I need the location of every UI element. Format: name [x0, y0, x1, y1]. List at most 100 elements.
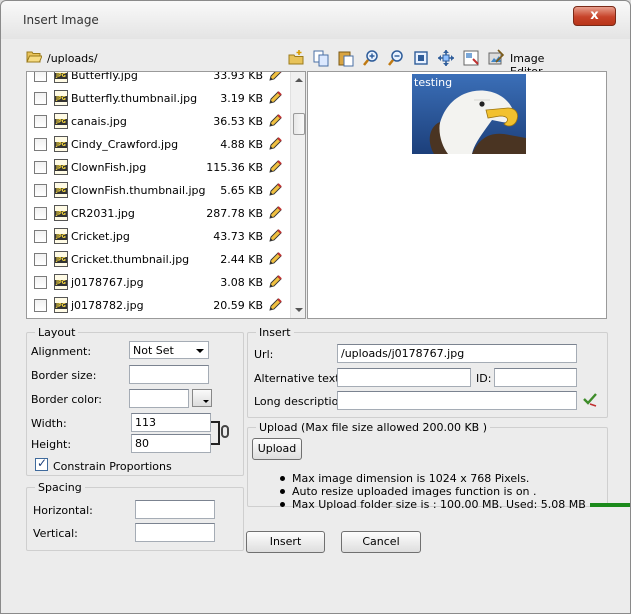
- long-description-input[interactable]: [337, 391, 577, 410]
- file-name[interactable]: ClownFish.thumbnail.jpg: [71, 184, 206, 197]
- chain-link-icon[interactable]: [221, 425, 229, 438]
- file-row[interactable]: JPG Cricket.thumbnail.jpg 2.44 KB: [27, 248, 289, 271]
- pencil-icon[interactable]: [267, 136, 283, 152]
- pencil-icon[interactable]: [267, 205, 283, 221]
- cancel-button[interactable]: Cancel: [341, 531, 421, 553]
- constrain-proportions-label: Constrain Proportions: [53, 460, 172, 473]
- file-checkbox[interactable]: [34, 299, 47, 312]
- file-name[interactable]: Cricket.jpg: [71, 230, 130, 243]
- paste-icon[interactable]: [337, 49, 355, 67]
- file-name[interactable]: j0178767.jpg: [71, 276, 144, 289]
- file-name[interactable]: CR2031.jpg: [71, 207, 135, 220]
- toolbar: /uploads/ Image: [26, 46, 580, 78]
- width-input[interactable]: 113: [131, 413, 211, 432]
- upload-button[interactable]: Upload: [252, 438, 302, 460]
- file-row[interactable]: JPG j0178782.jpg 20.59 KB: [27, 294, 289, 317]
- height-input[interactable]: 80: [131, 434, 211, 453]
- horizontal-label: Horizontal:: [33, 504, 93, 517]
- file-row[interactable]: JPG ClownFish.thumbnail.jpg 5.65 KB: [27, 179, 289, 202]
- file-checkbox[interactable]: [34, 72, 47, 82]
- file-checkbox[interactable]: [34, 115, 47, 128]
- file-name[interactable]: canais.jpg: [71, 115, 127, 128]
- scroll-up-icon[interactable]: [295, 78, 303, 82]
- pencil-icon[interactable]: [267, 251, 283, 267]
- file-size: 3.08 KB: [220, 276, 263, 289]
- insert-button[interactable]: Insert: [246, 531, 325, 553]
- file-size: 43.73 KB: [213, 230, 263, 243]
- jpg-file-icon: JPG: [54, 274, 68, 290]
- file-checkbox[interactable]: [34, 253, 47, 266]
- vertical-spacing-input[interactable]: [135, 523, 215, 542]
- insert-image-dialog: Insert Image x /uploads/ Image JPG Butte…: [0, 0, 631, 614]
- file-name[interactable]: j0178782.jpg: [71, 299, 144, 312]
- file-name[interactable]: ClownFish.jpg: [71, 161, 146, 174]
- new-folder-icon[interactable]: [287, 49, 305, 67]
- file-checkbox[interactable]: [34, 276, 47, 289]
- pencil-icon[interactable]: [267, 159, 283, 175]
- scroll-down-icon[interactable]: [295, 308, 303, 312]
- file-checkbox[interactable]: [34, 138, 47, 151]
- file-checkbox[interactable]: [34, 184, 47, 197]
- scroll-thumb[interactable]: [293, 113, 305, 135]
- file-size: 5.65 KB: [220, 184, 263, 197]
- url-input[interactable]: /uploads/j0178767.jpg: [337, 344, 577, 363]
- actual-size-icon[interactable]: [412, 49, 430, 67]
- alt-text-input[interactable]: [337, 368, 471, 387]
- file-name[interactable]: Cindy_Crawford.jpg: [71, 138, 178, 151]
- file-checkbox[interactable]: [34, 230, 47, 243]
- pencil-icon[interactable]: [267, 182, 283, 198]
- edit-check-icon[interactable]: [581, 390, 599, 408]
- best-fit-icon[interactable]: [437, 49, 455, 67]
- zoom-in-icon[interactable]: [362, 49, 380, 67]
- file-checkbox[interactable]: [34, 161, 47, 174]
- file-checkbox[interactable]: [34, 207, 47, 220]
- color-picker-button[interactable]: [192, 389, 212, 407]
- close-button[interactable]: x: [573, 6, 616, 26]
- horizontal-spacing-input[interactable]: [135, 500, 215, 519]
- file-row[interactable]: JPG Cricket.jpg 43.73 KB: [27, 225, 289, 248]
- alignment-value: Not Set: [133, 344, 174, 357]
- properties-icon[interactable]: [462, 49, 480, 67]
- upload-note: Auto resize uploaded images function is …: [278, 485, 630, 498]
- file-row[interactable]: JPG canais.jpg 36.53 KB: [27, 110, 289, 133]
- pencil-icon[interactable]: [267, 297, 283, 313]
- file-name[interactable]: Cricket.thumbnail.jpg: [71, 253, 189, 266]
- constrain-proportions-checkbox[interactable]: [35, 456, 48, 471]
- file-row[interactable]: JPG ClownFish.jpg 115.36 KB: [27, 156, 289, 179]
- file-checkbox[interactable]: [34, 92, 47, 105]
- file-row[interactable]: JPG Butterfly.jpg 33.93 KB: [27, 71, 289, 87]
- upload-note-text: Max Upload folder size is : 100.00 MB. U…: [292, 498, 586, 511]
- title-bar[interactable]: Insert Image x: [1, 1, 630, 39]
- border-color-label: Border color:: [31, 393, 102, 406]
- pencil-icon[interactable]: [267, 274, 283, 290]
- zoom-out-icon[interactable]: [387, 49, 405, 67]
- file-row[interactable]: JPG Cindy_Crawford.jpg 4.88 KB: [27, 133, 289, 156]
- jpg-file-icon: JPG: [54, 228, 68, 244]
- pencil-icon[interactable]: [267, 90, 283, 106]
- border-size-input[interactable]: [129, 365, 209, 384]
- file-list[interactable]: JPG Butterfly.jpg 33.93 KB JPG Butterfly.thu…: [26, 71, 306, 319]
- pencil-icon[interactable]: [267, 228, 283, 244]
- file-row[interactable]: JPG CR2031.jpg 287.78 KB: [27, 202, 289, 225]
- dialog-title: Insert Image: [23, 13, 99, 27]
- preview-caption: testing: [414, 76, 453, 89]
- jpg-file-icon: JPG: [54, 90, 68, 106]
- height-label: Height:: [31, 438, 72, 451]
- jpg-file-icon: JPG: [54, 182, 68, 198]
- file-list-scrollbar[interactable]: [290, 72, 305, 318]
- insert-legend: Insert: [259, 326, 291, 339]
- alignment-select[interactable]: Not Set: [129, 341, 209, 359]
- pencil-icon[interactable]: [267, 113, 283, 129]
- file-size: 33.93 KB: [213, 71, 263, 82]
- file-row[interactable]: JPG Butterfly.thumbnail.jpg 3.19 KB: [27, 87, 289, 110]
- image-editor-icon[interactable]: [487, 49, 505, 67]
- copy-icon[interactable]: [312, 49, 330, 67]
- id-input[interactable]: [494, 368, 577, 387]
- upload-group: Upload (Max file size allowed 200.00 KB …: [247, 421, 630, 511]
- file-name[interactable]: Butterfly.thumbnail.jpg: [71, 92, 197, 105]
- border-color-input[interactable]: [129, 389, 189, 408]
- file-row[interactable]: JPG j0178767.jpg 3.08 KB: [27, 271, 289, 294]
- file-name[interactable]: Butterfly.jpg: [71, 72, 138, 82]
- pencil-icon[interactable]: [267, 71, 283, 83]
- chevron-down-icon: [196, 349, 204, 353]
